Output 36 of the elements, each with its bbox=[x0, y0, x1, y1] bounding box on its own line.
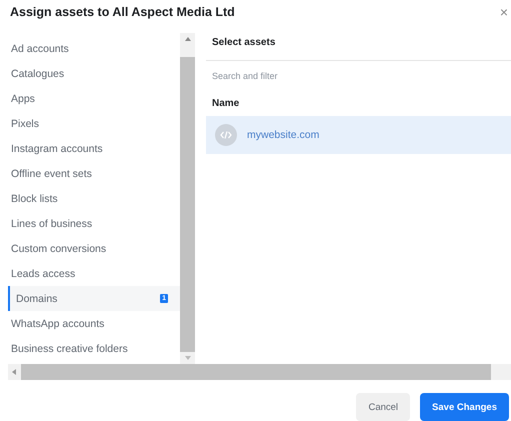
column-header: Name bbox=[211, 97, 240, 112]
scroll-up-icon[interactable] bbox=[184, 37, 190, 42]
category-label: Custom conversions bbox=[11, 242, 106, 255]
category-label: Catalogues bbox=[11, 68, 64, 80]
asset-row[interactable]: mywebsite.com bbox=[206, 116, 511, 154]
category-item[interactable]: Apps bbox=[8, 86, 180, 112]
category-label: Lines of business bbox=[11, 218, 92, 230]
category-item[interactable]: Pixels bbox=[8, 111, 180, 136]
scroll-down-icon[interactable] bbox=[184, 356, 190, 360]
category-label: Leads access bbox=[11, 268, 76, 280]
category-label: Instagram accounts bbox=[11, 142, 103, 155]
category-label: WhatsApp accounts bbox=[11, 318, 104, 330]
category-item[interactable]: Lines of business bbox=[8, 211, 180, 236]
category-label: Domains bbox=[16, 292, 58, 305]
category-item[interactable]: Catalogues bbox=[8, 61, 180, 86]
category-item[interactable]: Offline event sets bbox=[8, 161, 180, 186]
category-item[interactable]: WhatsApp accounts bbox=[8, 311, 180, 336]
category-item[interactable]: Instagram accounts bbox=[8, 136, 180, 162]
category-label: Ad accounts bbox=[11, 42, 69, 55]
category-label: Business creative folders bbox=[11, 342, 128, 355]
category-item[interactable]: Leads access bbox=[8, 261, 180, 286]
dialog-title: Assign assets to All Aspect Media Ltd bbox=[10, 4, 235, 19]
code-icon bbox=[215, 124, 237, 146]
category-item[interactable]: Block lists bbox=[8, 186, 180, 212]
close-button[interactable]: × bbox=[499, 4, 509, 20]
category-label: Block lists bbox=[11, 192, 58, 205]
asset-name: mywebsite.com bbox=[247, 129, 320, 142]
category-label: Pixels bbox=[11, 118, 40, 130]
category-label: Apps bbox=[11, 92, 35, 105]
category-item[interactable]: Custom conversions bbox=[8, 236, 180, 262]
category-item[interactable]: Ad accounts bbox=[8, 36, 180, 62]
save-button[interactable]: Save Changes bbox=[420, 393, 509, 421]
scroll-left-icon[interactable] bbox=[12, 369, 16, 375]
cancel-button[interactable]: Cancel bbox=[356, 393, 410, 421]
category-label: Offline event sets bbox=[11, 168, 92, 180]
category-item[interactable]: Business creative folders bbox=[8, 336, 180, 362]
